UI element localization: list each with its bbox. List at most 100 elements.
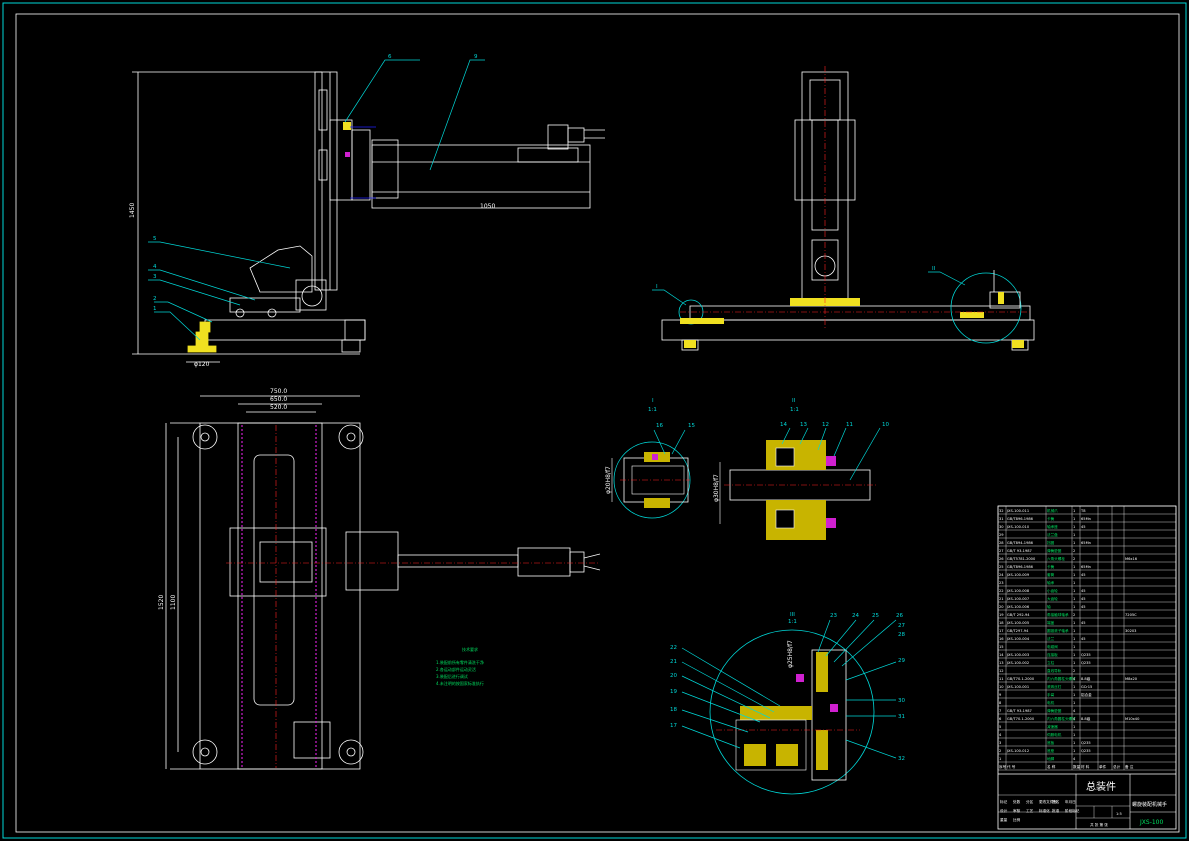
bom-cell: GB/T896-1986 bbox=[1007, 565, 1034, 569]
bom-cell: 1 bbox=[1073, 581, 1075, 585]
bom-cell: JXS-100-004 bbox=[1006, 637, 1030, 641]
bom-cell: 28 bbox=[999, 541, 1004, 545]
bom-header-cell: 单件 bbox=[1099, 764, 1107, 769]
side-view bbox=[661, 71, 1035, 351]
bom-cell: 1 bbox=[1073, 749, 1075, 753]
bom-cell: 1 bbox=[1073, 693, 1075, 697]
bom-cell: 机械爪 bbox=[1047, 508, 1058, 513]
detail-i-dia: φ20H8/f7 bbox=[605, 466, 612, 494]
bom-cell: 1 bbox=[1073, 653, 1075, 657]
bom-cell: 8.8级 bbox=[1081, 716, 1091, 721]
detail-ii-dia: φ30H8/f7 bbox=[713, 474, 720, 502]
bom-cell: 30203 bbox=[1125, 629, 1136, 633]
bom-cell: 直线导轨 bbox=[1047, 668, 1062, 673]
bom-cell: M8x20 bbox=[1125, 677, 1138, 681]
bom-cell: JXS-100-005 bbox=[1006, 621, 1029, 625]
bom-cell: JXS-100-010 bbox=[1006, 525, 1030, 529]
bom-cell: 轴 bbox=[1047, 604, 1051, 609]
bom-cell: 32 bbox=[999, 509, 1004, 513]
bom-cell: 65Mn bbox=[1081, 565, 1091, 569]
detail-iii-callout-22: 22 bbox=[670, 645, 677, 651]
bom-cell: 立柱 bbox=[1047, 660, 1055, 665]
dim-top-w2: 650.0 bbox=[270, 396, 287, 403]
detail-ii-callout-11: 11 bbox=[846, 422, 853, 428]
bom-header-cell: 数量 bbox=[1073, 764, 1081, 769]
bom-cell: 21 bbox=[999, 597, 1004, 601]
product-name: 螺旋装配机械手 bbox=[1132, 801, 1167, 808]
bom-cell: GB/T297-94 bbox=[1007, 629, 1029, 633]
bom-cell: 内六角圆柱头螺钉 bbox=[1047, 716, 1076, 721]
sign-label: 审核 bbox=[1013, 808, 1021, 813]
bom-cell: 1 bbox=[1073, 733, 1075, 737]
bom-cell: 大齿轮 bbox=[1047, 596, 1058, 601]
detail-iii-callout-23: 23 bbox=[830, 613, 837, 619]
bom-cell: 弹簧垫圈 bbox=[1047, 548, 1062, 553]
sign-label: 标记 bbox=[1000, 799, 1008, 804]
callout-1: 1 bbox=[153, 306, 157, 312]
dim-left-h2: 1100 bbox=[170, 595, 177, 610]
tech-req-line-1: 1.装配前所有零件清洗干净 bbox=[436, 659, 484, 665]
bom-cell: JXS-100-001 bbox=[1006, 685, 1029, 689]
bom-cell: 1 bbox=[1073, 565, 1075, 569]
bom-cell: 1 bbox=[1073, 605, 1075, 609]
detail-i-callout-16: 16 bbox=[656, 423, 663, 429]
callout-5: 5 bbox=[153, 236, 157, 242]
bom-header-cell: 总计 bbox=[1113, 764, 1121, 769]
bom-cell: 45 bbox=[1081, 637, 1086, 641]
bom-header-cell: 代 号 bbox=[1007, 764, 1016, 769]
sign-label: 分区 bbox=[1026, 799, 1034, 804]
bom-cell: M6x16 bbox=[1125, 557, 1138, 561]
bom-cell: JXS-100-007 bbox=[1006, 597, 1029, 601]
bom-cell: GB/T 93-1987 bbox=[1007, 549, 1032, 553]
bom-cell: 1 bbox=[1073, 509, 1075, 513]
bom-cell: 伺服电机 bbox=[1047, 732, 1062, 737]
top-view-details bbox=[226, 425, 600, 768]
bom-cell: 端盖 bbox=[1047, 620, 1055, 625]
bom-cell: 2 bbox=[999, 749, 1001, 753]
bom-cell: 7 bbox=[999, 709, 1001, 713]
detail-i-scale: 1:1 bbox=[648, 407, 657, 413]
bom-cell: 45 bbox=[1081, 621, 1086, 625]
bom-cell: 角接触球轴承 bbox=[1047, 612, 1069, 617]
callout-2: 2 bbox=[153, 296, 157, 302]
bom-cell: 8 bbox=[999, 701, 1002, 705]
drawing-code: JXS-100 bbox=[1139, 819, 1163, 826]
detail-iii-callout-30: 30 bbox=[898, 698, 905, 704]
detail-iii-callout-20: 20 bbox=[670, 673, 677, 679]
bom-cell: 1 bbox=[1073, 741, 1075, 745]
bom-cell: 1 bbox=[1073, 637, 1075, 641]
callout-side-ii: II bbox=[932, 266, 936, 272]
bom-cell: 20 bbox=[999, 605, 1004, 609]
bom-cell: 2 bbox=[1073, 669, 1075, 673]
bom-cell: 小齿轮 bbox=[1047, 588, 1058, 593]
bom-cell: 六角头螺栓 bbox=[1047, 556, 1065, 561]
detail-ii-callout-12: 12 bbox=[822, 422, 829, 428]
bom-cell: 12 bbox=[999, 669, 1004, 673]
bom-cell: 45 bbox=[1081, 525, 1086, 529]
bom-cell: 8.8级 bbox=[1081, 676, 1091, 681]
bom-cell: GB/T 93-1987 bbox=[1007, 709, 1032, 713]
bom-cell: 1 bbox=[1073, 541, 1075, 545]
bom-cell: GB/T896-1986 bbox=[1007, 517, 1034, 521]
bom-cell: 1 bbox=[1073, 573, 1075, 577]
dim-top-w1: 750.0 bbox=[270, 388, 287, 395]
bom-cell: 1 bbox=[1073, 701, 1075, 705]
bom-cell: GB/T5781-2000 bbox=[1007, 557, 1036, 561]
bom-cell: 铝合金 bbox=[1081, 692, 1092, 697]
bom-cell: 手臂 bbox=[1047, 692, 1055, 697]
dim-left-h1: 1520 bbox=[158, 595, 165, 610]
bom-cell: 卡簧 bbox=[1047, 516, 1055, 521]
bom-cell: 1 bbox=[1073, 685, 1075, 689]
detail-ii-scale: 1:1 bbox=[790, 407, 799, 413]
bom-cell: 1 bbox=[1073, 533, 1075, 537]
sign-label: 处数 bbox=[1013, 799, 1021, 804]
bom-cell: 11 bbox=[999, 677, 1004, 681]
bom-cell: 25 bbox=[999, 565, 1004, 569]
bom-cell: JXS-100-006 bbox=[1006, 605, 1030, 609]
detail-iii-callout-28: 28 bbox=[898, 632, 905, 638]
detail-iii-callout-24: 24 bbox=[852, 613, 859, 619]
bom-cell: T8 bbox=[1080, 509, 1086, 513]
bom-header-cell: 名 称 bbox=[1047, 764, 1056, 769]
bom-cell: GCr15 bbox=[1081, 685, 1092, 689]
bom-cell: 法兰盘 bbox=[1047, 532, 1058, 537]
